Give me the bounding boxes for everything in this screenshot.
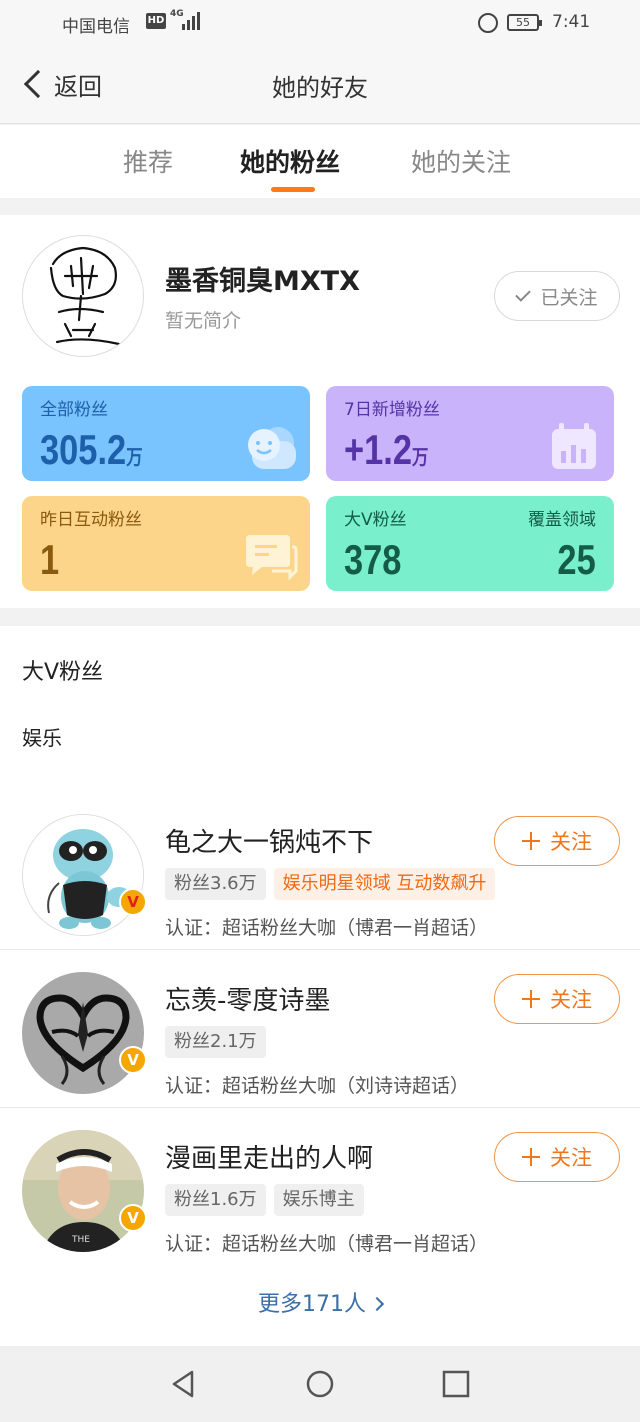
- carrier-label: 中国电信: [62, 17, 130, 37]
- interact-fans-label: 昨日互动粉丝: [40, 510, 142, 530]
- alarm-icon: [478, 13, 498, 33]
- user-name[interactable]: 漫画里走出的人啊: [165, 1138, 373, 1175]
- verified-v-icon: V: [119, 1046, 147, 1074]
- clock: 7:41: [552, 12, 591, 32]
- trend-chip: 娱乐明星领域 互动数飙升: [273, 868, 496, 900]
- section-title: 大V粉丝: [22, 660, 104, 685]
- new-fans-label: 7日新增粉丝: [344, 400, 440, 420]
- system-nav-bar: [0, 1346, 640, 1422]
- circle-home-icon[interactable]: [304, 1368, 336, 1400]
- user-tags: 粉丝2.1万: [165, 1026, 266, 1058]
- certification: 认证：超话粉丝大咖（博君一肖超话）: [165, 917, 489, 939]
- calendar-chart-icon: [552, 423, 596, 469]
- list-item[interactable]: V 忘羡-零度诗墨 粉丝2.1万 认证：超话粉丝大咖（刘诗诗超话） 关注: [0, 950, 640, 1108]
- follow-label: 关注: [550, 988, 592, 1012]
- followed-label: 已关注: [540, 286, 598, 309]
- emblem-avatar-image: [22, 972, 144, 1094]
- person-avatar-image: THE: [22, 1130, 144, 1252]
- fans-count-chip: 粉丝1.6万: [165, 1184, 266, 1216]
- bigv-fans-card[interactable]: 大V粉丝 覆盖领域 378 25: [326, 496, 614, 591]
- signature-avatar-image: [49, 246, 121, 346]
- plus-icon: [522, 1148, 540, 1166]
- page-title: 她的好友: [272, 74, 368, 102]
- more-label: 更多171人: [258, 1292, 366, 1317]
- list-item[interactable]: THE V 漫画里走出的人啊 粉丝1.6万 娱乐博主 认证：超话粉丝大咖（博君一…: [0, 1108, 640, 1266]
- follow-button[interactable]: 关注: [494, 816, 620, 866]
- user-name[interactable]: 忘羡-零度诗墨: [165, 980, 330, 1017]
- verified-v-icon: V: [119, 1204, 147, 1232]
- tab-her-fans[interactable]: 她的粉丝: [240, 143, 340, 179]
- bigv-fans-value: 378: [344, 536, 402, 583]
- new-fans-value: +1.2万: [344, 426, 429, 473]
- user-tags: 粉丝3.6万 娱乐明星领域 互动数飙升: [165, 868, 496, 900]
- avatar[interactable]: [22, 235, 144, 357]
- tab-recommend[interactable]: 推荐: [123, 143, 173, 179]
- hd-icon: HD: [146, 13, 166, 29]
- profile-name: 墨香铜臭MXTX: [165, 266, 360, 297]
- user-name[interactable]: 龟之大一锅炖不下: [165, 822, 373, 859]
- svg-text:THE: THE: [71, 1235, 90, 1245]
- active-tab-indicator: [271, 187, 315, 192]
- followed-button[interactable]: 已关注: [494, 271, 620, 321]
- fans-count-chip: 粉丝3.6万: [165, 868, 266, 900]
- interact-fans-card[interactable]: 昨日互动粉丝 1: [22, 496, 310, 591]
- bigv-fans-section: 大V粉丝 娱乐 V 龟之大一锅炖不下 粉丝3.6万 娱乐明星领域 互动数飙升 认…: [0, 626, 640, 1366]
- follow-button[interactable]: 关注: [494, 1132, 620, 1182]
- status-bar: 中国电信 HD 4G 55 7:41: [0, 0, 640, 46]
- squirtle-avatar-image: [23, 815, 143, 935]
- avatar[interactable]: [22, 814, 144, 936]
- new-fans-card[interactable]: 7日新增粉丝 +1.2万: [326, 386, 614, 481]
- battery-icon: 55: [507, 14, 542, 31]
- category-label: 娱乐: [22, 726, 62, 750]
- more-link[interactable]: 更多171人: [0, 1286, 640, 1318]
- follow-button[interactable]: 关注: [494, 974, 620, 1024]
- tab-her-following[interactable]: 她的关注: [411, 143, 511, 179]
- nav-bar: 返回 她的好友: [0, 46, 640, 124]
- plus-icon: [522, 832, 540, 850]
- plus-icon: [522, 990, 540, 1008]
- user-tags: 粉丝1.6万 娱乐博主: [165, 1184, 364, 1216]
- certification: 认证：超话粉丝大咖（博君一肖超话）: [165, 1233, 489, 1255]
- follow-label: 关注: [550, 1146, 592, 1170]
- tab-bar: 推荐 她的粉丝 她的关注: [0, 125, 640, 198]
- interact-fans-value: 1: [40, 536, 60, 583]
- domain-value: 25: [557, 536, 596, 583]
- category-chip: 娱乐博主: [273, 1184, 364, 1216]
- faces-icon: [248, 427, 296, 469]
- certification: 认证：超话粉丝大咖（刘诗诗超话）: [165, 1075, 470, 1097]
- profile-card: 墨香铜臭MXTX 暂无简介 已关注 全部粉丝 305.2万 7日新增粉丝 +1.…: [0, 215, 640, 608]
- fans-count-chip: 粉丝2.1万: [165, 1026, 266, 1058]
- check-icon: [515, 286, 532, 302]
- bigv-fans-label: 大V粉丝: [344, 510, 407, 530]
- chat-bubble-icon: [246, 535, 298, 581]
- all-fans-label: 全部粉丝: [40, 400, 108, 420]
- all-fans-card[interactable]: 全部粉丝 305.2万: [22, 386, 310, 481]
- chevron-right-icon: [369, 1296, 385, 1312]
- verified-v-icon: V: [119, 888, 147, 916]
- signal-icon: [182, 12, 204, 30]
- avatar[interactable]: THE: [22, 1130, 144, 1252]
- triangle-back-icon[interactable]: [168, 1368, 200, 1400]
- follow-label: 关注: [550, 830, 592, 854]
- domain-label: 覆盖领域: [528, 510, 596, 530]
- profile-bio: 暂无简介: [165, 310, 242, 332]
- avatar[interactable]: [22, 972, 144, 1094]
- all-fans-value: 305.2万: [40, 426, 143, 473]
- square-recent-icon[interactable]: [440, 1368, 472, 1400]
- list-item[interactable]: V 龟之大一锅炖不下 粉丝3.6万 娱乐明星领域 互动数飙升 认证：超话粉丝大咖…: [0, 792, 640, 950]
